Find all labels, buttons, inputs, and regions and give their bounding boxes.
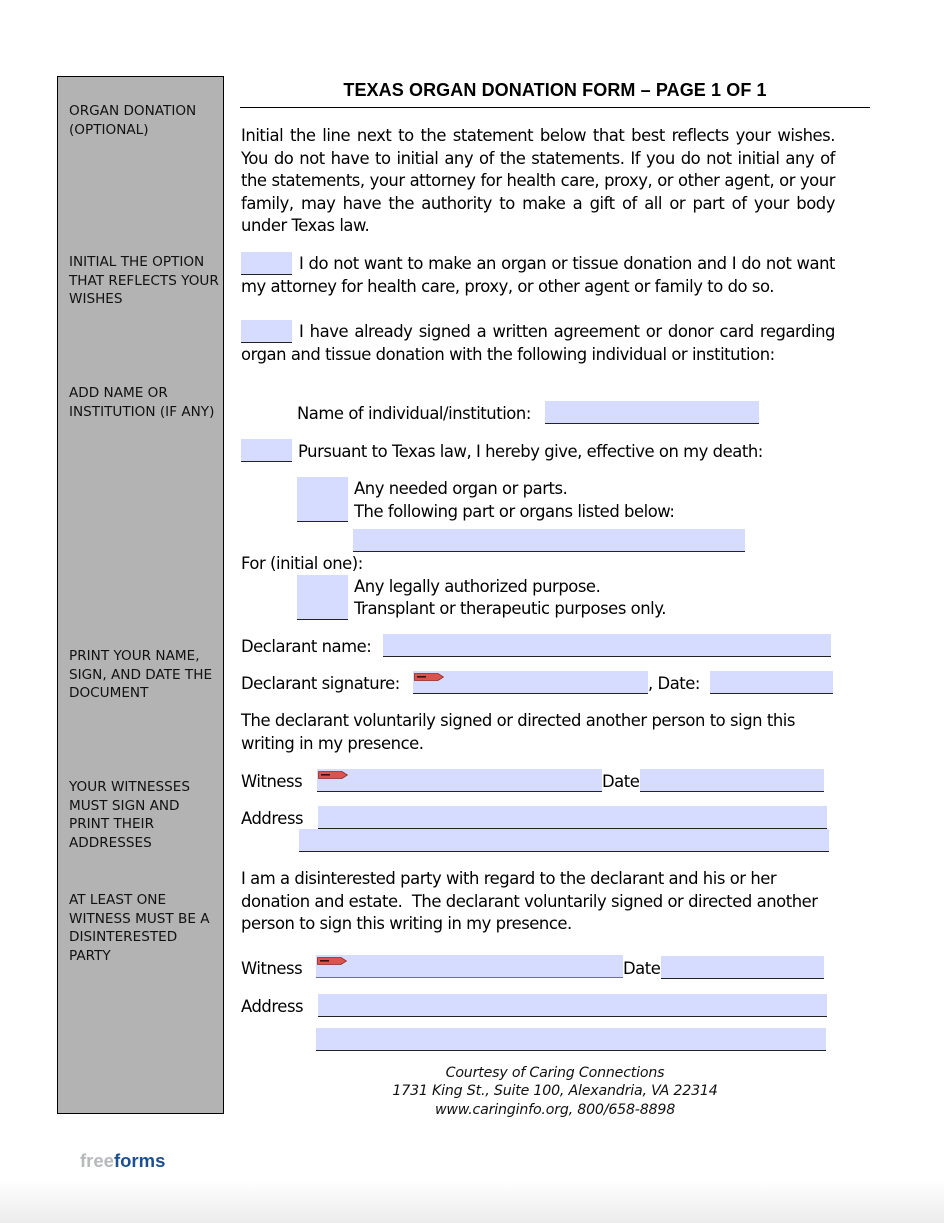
option-signed-agreement-text: I have already signed a written agreemen… [241,322,835,364]
declarant-name-label: Declarant name: [241,637,372,656]
sign-here-tag-icon [318,771,348,779]
option-no-donation-text: I do not want to make an organ or tissue… [241,254,835,296]
declarant-name-field[interactable] [383,634,831,657]
declarant-date-label: , Date: [648,674,700,693]
sidebar-label-print-sign: PRINT YOUR NAME, SIGN, AND DATE THE DOCU… [69,648,213,702]
initial-give-field[interactable] [241,439,292,462]
organs-list-field[interactable] [353,529,745,552]
intro-paragraph: Initial the line next to the statement b… [241,126,835,236]
for-initial-one-label: For (initial one): [241,554,363,573]
declarant-date-field[interactable] [710,671,833,694]
disinterested-statement: I am a disinterested party with regard t… [241,869,823,934]
instruction-sidebar: ORGAN DONATION (OPTIONAL) INITIAL THE OP… [57,76,224,1114]
page-bottom-shadow [0,1180,944,1223]
name-institution-label: Name of individual/institution: [297,404,531,423]
option-give-text: Pursuant to Texas law, I hereby give, ef… [298,442,763,461]
witness2-label: Witness [241,959,303,978]
witness2-address-line2-field[interactable] [316,1028,826,1051]
witness-statement: The declarant voluntarily signed or dire… [241,711,795,753]
witness1-address-line1-field[interactable] [318,806,827,829]
page-title: TEXAS ORGAN DONATION FORM – PAGE 1 OF 1 [343,80,767,100]
credit-line-address: 1731 King St., Suite 100, Alexandria, VA… [392,1083,718,1099]
sign-here-tag-icon [414,673,444,681]
credit-line-organization: Courtesy of Caring Connections [445,1065,665,1081]
witness1-address-label: Address [241,809,304,828]
sidebar-label-witnesses: YOUR WITNESSES MUST SIGN AND PRINT THEIR… [69,779,190,851]
declarant-signature-label: Declarant signature: [241,674,400,693]
sidebar-label-initial-option: INITIAL THE OPTION THAT REFLECTS YOUR WI… [69,254,219,308]
give-any-organ-text: Any needed organ or parts. [354,479,568,498]
witness2-signature-field[interactable] [316,955,623,978]
witness1-label: Witness [241,772,303,791]
initial-any-organ-field[interactable] [297,477,348,500]
title-divider [240,107,870,108]
sidebar-label-add-name: ADD NAME OR INSTITUTION (IF ANY) [69,385,215,420]
witness2-address-label: Address [241,997,304,1016]
declarant-signature-field[interactable] [413,671,648,694]
initial-purpose-any-field[interactable] [297,575,348,598]
initial-purpose-transplant-field[interactable] [297,597,348,620]
witness1-address-line2-field[interactable] [299,829,829,852]
sign-here-tag-icon [317,957,347,965]
name-institution-field[interactable] [545,401,759,424]
witness1-date-label: Date [602,772,640,791]
sidebar-label-disinterested: AT LEAST ONE WITNESS MUST BE A DISINTERE… [69,892,210,964]
give-following-text: The following part or organs listed belo… [354,502,675,521]
credit-line-contact: www.caringinfo.org, 800/658-8898 [434,1102,676,1118]
witness2-address-line1-field[interactable] [318,994,827,1017]
sidebar-label-organ-donation: ORGAN DONATION (OPTIONAL) [69,103,197,138]
witness2-date-field[interactable] [661,956,824,979]
witness1-signature-field[interactable] [317,769,602,792]
initial-following-organs-field[interactable] [297,499,348,522]
witness2-date-label: Date [623,959,661,978]
logo-forms: forms [113,1150,166,1171]
purpose-transplant-text: Transplant or therapeutic purposes only. [354,599,666,618]
logo-free: free [80,1150,114,1171]
freeforms-logo: freeforms [80,1150,165,1172]
witness1-date-field[interactable] [640,769,824,792]
purpose-any-text: Any legally authorized purpose. [354,577,601,596]
